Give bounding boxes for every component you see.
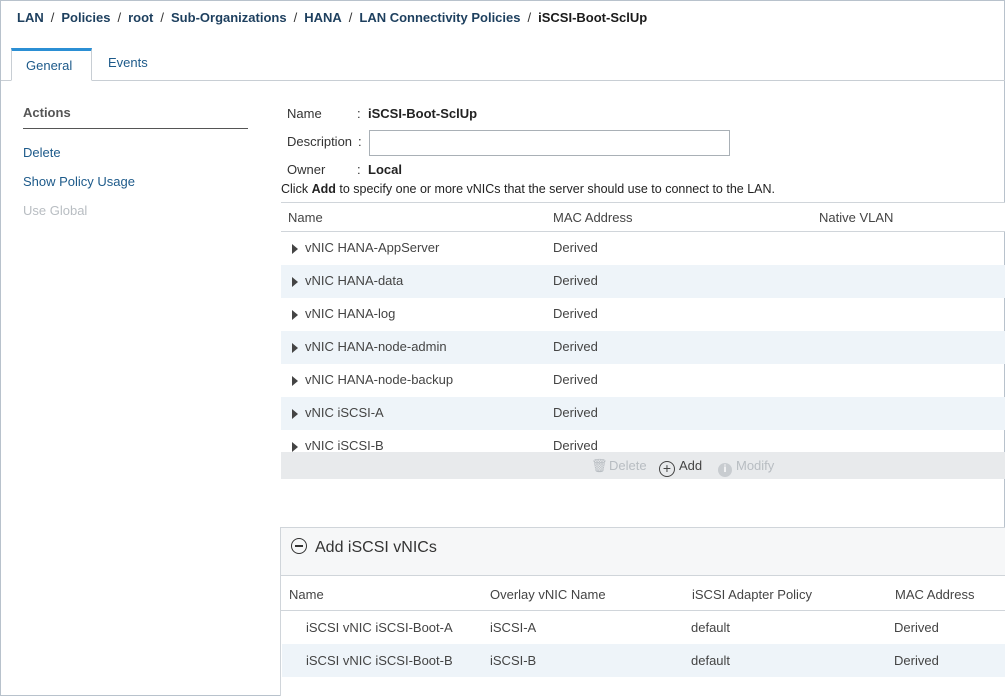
- actions-title: Actions: [23, 105, 71, 120]
- breadcrumb-hana[interactable]: HANA: [304, 10, 342, 25]
- name-colon: :: [357, 106, 361, 121]
- plus-circle-icon: +: [659, 461, 675, 477]
- expand-caret-icon[interactable]: [292, 310, 298, 320]
- hint-add-keyword: Add: [311, 182, 336, 196]
- name-label: Name: [287, 106, 322, 121]
- delete-action-link[interactable]: Delete: [23, 145, 61, 160]
- breadcrumb-root[interactable]: root: [128, 10, 153, 25]
- add-vnic-button[interactable]: + Add: [659, 458, 702, 477]
- iscsi-column-name[interactable]: Name: [289, 587, 324, 602]
- owner-value: Local: [368, 162, 402, 177]
- show-policy-usage-link[interactable]: Show Policy Usage: [23, 174, 135, 189]
- column-mac-address[interactable]: MAC Address: [553, 210, 632, 225]
- iscsi-column-overlay-vnic-name[interactable]: Overlay vNIC Name: [490, 587, 606, 602]
- breadcrumb-lan-connectivity-policies[interactable]: LAN Connectivity Policies: [359, 10, 520, 25]
- column-native-vlan[interactable]: Native VLAN: [819, 210, 893, 225]
- column-name[interactable]: Name: [288, 210, 323, 225]
- iscsi-column-adapter-policy[interactable]: iSCSI Adapter Policy: [692, 587, 812, 602]
- table-row[interactable]: vNIC iSCSI-A Derived: [281, 397, 1005, 430]
- table-row[interactable]: iSCSI vNIC iSCSI-Boot-A iSCSI-A default …: [282, 611, 1005, 644]
- description-colon: :: [358, 134, 362, 149]
- collapse-minus-icon: [291, 538, 307, 554]
- info-icon: i: [718, 463, 732, 477]
- expand-caret-icon[interactable]: [292, 277, 298, 287]
- table-row[interactable]: vNIC HANA-data Derived: [281, 265, 1005, 298]
- description-input[interactable]: [369, 130, 730, 156]
- vnic-table-toolbar: 🗑Delete + Add i Modify: [281, 452, 1005, 479]
- use-global-link: Use Global: [23, 203, 88, 218]
- breadcrumb: LAN / Policies / root / Sub-Organizations / HANA…: [17, 10, 648, 25]
- iscsi-panel-title: Add iSCSI vNICs: [315, 539, 437, 556]
- table-row[interactable]: vNIC HANA-node-admin Derived: [281, 331, 1005, 364]
- expand-caret-icon[interactable]: [292, 244, 298, 254]
- modify-vnic-button: i Modify: [718, 458, 774, 477]
- vnic-table-body[interactable]: vNIC HANA-AppServer Derived vNIC HANA-da…: [281, 232, 1005, 452]
- delete-vnic-button: 🗑Delete: [591, 458, 647, 473]
- breadcrumb-lan[interactable]: LAN: [17, 10, 44, 25]
- vnic-table-header: Name MAC Address Native VLAN: [281, 202, 1005, 232]
- tab-general[interactable]: General: [11, 48, 92, 81]
- iscsi-column-mac-address[interactable]: MAC Address: [895, 587, 974, 602]
- breadcrumb-current-policy: iSCSI-Boot-SclUp: [538, 10, 648, 25]
- table-row[interactable]: iSCSI vNIC iSCSI-Boot-B iSCSI-B default …: [282, 644, 1005, 677]
- owner-label: Owner: [287, 162, 326, 177]
- description-label: Description: [287, 134, 353, 149]
- table-row[interactable]: vNIC HANA-AppServer Derived: [281, 232, 1005, 265]
- expand-caret-icon[interactable]: [292, 343, 298, 353]
- policy-name-value: iSCSI-Boot-SclUp: [368, 106, 478, 121]
- tab-events[interactable]: Events: [94, 48, 162, 81]
- table-row[interactable]: vNIC HANA-log Derived: [281, 298, 1005, 331]
- expand-caret-icon[interactable]: [292, 442, 298, 452]
- breadcrumb-sub-organizations[interactable]: Sub-Organizations: [171, 10, 287, 25]
- expand-caret-icon[interactable]: [292, 409, 298, 419]
- table-row[interactable]: vNIC HANA-node-backup Derived: [281, 364, 1005, 397]
- iscsi-panel-toggle[interactable]: Add iSCSI vNICs: [291, 538, 437, 557]
- add-vnic-hint: Click Add to specify one or more vNICs t…: [281, 182, 775, 196]
- table-row[interactable]: vNIC iSCSI-B Derived: [281, 430, 1005, 452]
- trash-icon: 🗑: [591, 458, 608, 473]
- breadcrumb-policies[interactable]: Policies: [61, 10, 110, 25]
- actions-divider: [23, 128, 248, 129]
- expand-caret-icon[interactable]: [292, 376, 298, 386]
- owner-colon: :: [357, 162, 361, 177]
